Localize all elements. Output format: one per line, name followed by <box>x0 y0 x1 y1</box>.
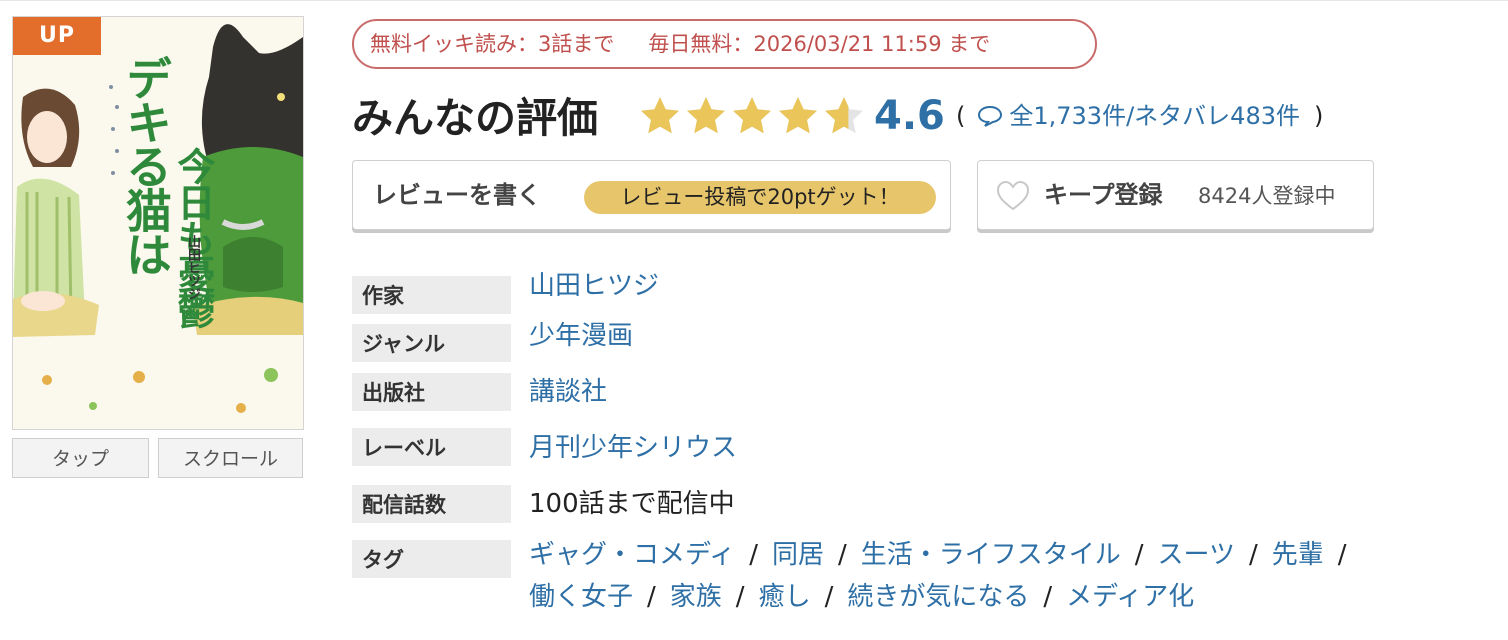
up-badge: UP <box>13 17 101 55</box>
rating-value: 4.6 <box>874 93 945 139</box>
tag-separator: / <box>647 582 656 612</box>
tag-separator: / <box>824 582 834 612</box>
tag-separator: / <box>1043 582 1053 612</box>
tag-link[interactable]: 癒し <box>759 582 811 612</box>
tag-link[interactable]: 家族 <box>670 582 722 612</box>
open-paren: ( <box>956 102 966 130</box>
tag-separator: / <box>1337 540 1347 570</box>
publisher-link[interactable]: 講談社 <box>529 374 607 410</box>
keep-count: 8424人登録中 <box>1198 184 1336 208</box>
publisher-label: 出版社 <box>352 373 511 411</box>
tag-link[interactable]: 生活・ライフスタイル <box>861 540 1121 570</box>
heart-icon <box>996 180 1030 211</box>
tags-label: タグ <box>352 540 511 578</box>
free-ikki-text: 無料イッキ読み：3話まで <box>370 32 615 56</box>
comic-cover-image[interactable]: UP デキる猫は 今日も憂鬱 山田ヒツジ <box>12 16 304 430</box>
tag-link[interactable]: 先輩 <box>1272 540 1324 570</box>
rating-stars <box>638 94 866 138</box>
star-icon <box>825 97 863 134</box>
cover-title-line1: デキる猫は <box>119 55 173 275</box>
rating-heading: みんなの評価 <box>352 94 598 142</box>
close-paren: ) <box>1314 102 1324 130</box>
daily-free-text: 毎日無料：2026/03/21 11:59 まで <box>648 32 991 56</box>
tag-link[interactable]: スーツ <box>1158 540 1235 570</box>
write-review-label: レビューを書く <box>373 181 541 209</box>
tag-separator: / <box>1134 540 1144 570</box>
scroll-mode-button[interactable]: スクロール <box>158 438 303 478</box>
magazine-link[interactable]: 月刊少年シリウス <box>529 430 737 466</box>
star-icon <box>733 97 771 134</box>
genre-label: ジャンル <box>352 324 511 362</box>
tag-link[interactable]: 同居 <box>772 540 824 570</box>
episodes-value: 100話まで配信中 <box>529 489 735 519</box>
tag-separator: / <box>837 540 847 570</box>
tag-link[interactable]: ギャグ・コメディ <box>529 540 735 570</box>
genre-link[interactable]: 少年漫画 <box>529 318 633 354</box>
free-reading-info: 無料イッキ読み：3話まで 毎日無料：2026/03/21 11:59 まで <box>352 19 1097 69</box>
review-counts[interactable]: ( 全1,733件 /ネタバレ483件 ) <box>956 96 1323 136</box>
tag-link[interactable]: メディア化 <box>1066 582 1194 612</box>
tag-separator: / <box>749 540 758 570</box>
cover-author: 山田ヒツジ <box>185 235 200 300</box>
tag-separator: / <box>735 582 745 612</box>
review-total-link[interactable]: 全1,733件 <box>1009 96 1126 136</box>
speech-bubble-icon <box>978 105 1003 127</box>
star-icon <box>641 97 679 134</box>
top-divider <box>0 0 1508 1</box>
keep-button[interactable]: キープ登録 8424人登録中 <box>977 160 1374 230</box>
tap-mode-button[interactable]: タップ <box>12 438 149 478</box>
star-icon <box>687 97 725 134</box>
keep-label: キープ登録 <box>1044 181 1163 209</box>
author-link[interactable]: 山田ヒツジ <box>529 268 659 304</box>
spoiler-count-link[interactable]: /ネタバレ483件 <box>1126 96 1300 136</box>
author-label: 作家 <box>352 276 511 314</box>
tag-list: ギャグ・コメディ / 同居 / 生活・ライフスタイル / スーツ / 先輩 / 働く女子 / 家族 / 癒し… <box>529 534 1429 618</box>
write-review-button[interactable]: レビューを書く レビュー投稿で20ptゲット！ <box>352 160 951 230</box>
star-icon <box>779 97 817 134</box>
tag-separator: / <box>1249 540 1258 570</box>
magazine-label: レーベル <box>352 428 511 466</box>
tag-link[interactable]: 続きが気になる <box>847 582 1029 612</box>
review-promo-badge: レビュー投稿で20ptゲット！ <box>584 181 936 214</box>
episodes-label: 配信話数 <box>352 485 511 523</box>
tag-link[interactable]: 働く女子 <box>529 582 633 612</box>
